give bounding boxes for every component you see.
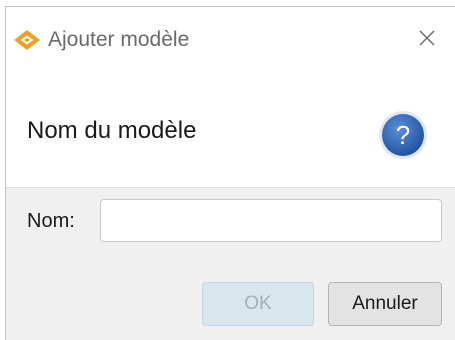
cancel-button[interactable]: Annuler — [328, 282, 442, 326]
dialog-body: Nom: OK Annuler — [6, 188, 455, 340]
title-bar: Ajouter modèle — [6, 7, 455, 69]
close-button[interactable] — [409, 23, 445, 57]
diamond-logo-icon — [13, 29, 41, 51]
help-icon[interactable]: ? — [377, 109, 429, 161]
name-input[interactable] — [100, 199, 442, 242]
add-model-dialog: Ajouter modèle Nom du modèle ? Nom: OK A… — [5, 6, 455, 340]
window-title: Ajouter modèle — [48, 28, 190, 51]
help-glyph: ? — [396, 120, 410, 150]
ok-button[interactable]: OK — [202, 282, 314, 326]
dialog-header: Nom du modèle ? — [6, 69, 455, 188]
close-icon — [417, 28, 437, 53]
name-label: Nom: — [27, 210, 75, 232]
header-title: Nom du modèle — [27, 117, 197, 144]
